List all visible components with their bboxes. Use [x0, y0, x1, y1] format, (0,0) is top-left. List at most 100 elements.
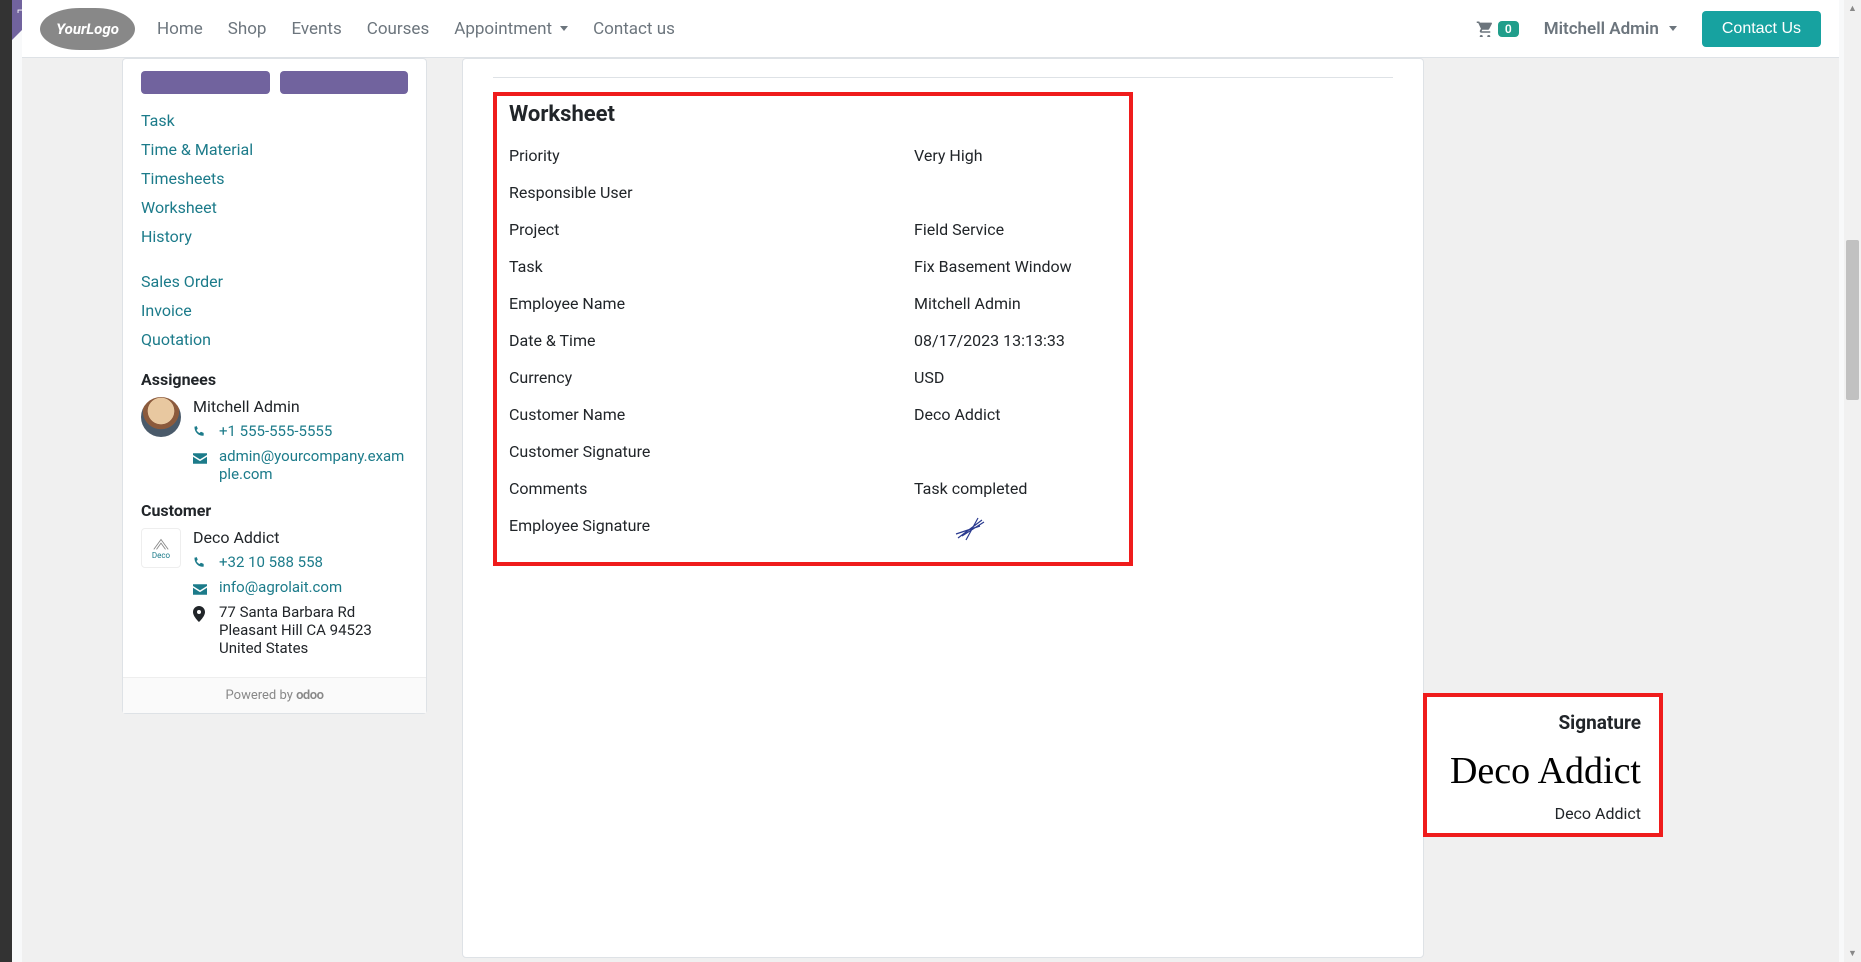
field-value: Fix Basement Window — [914, 257, 1117, 276]
sidebar-link-history[interactable]: History — [141, 222, 408, 251]
nav-appointment[interactable]: Appointment — [454, 19, 568, 39]
user-menu[interactable]: Mitchell Admin — [1544, 19, 1677, 39]
powered-by: Powered by odoo — [123, 677, 426, 713]
sidebar-link-worksheet[interactable]: Worksheet — [141, 193, 408, 222]
logo-text: YourLogo — [56, 20, 119, 38]
phone-icon — [193, 425, 209, 443]
scroll-up-icon[interactable]: ▲ — [1844, 0, 1861, 17]
task-card: Worksheet Priority Very High Responsible… — [462, 58, 1424, 958]
worksheet-box: Worksheet Priority Very High Responsible… — [493, 92, 1133, 566]
sidebar: Task Time & Material Timesheets Workshee… — [122, 58, 427, 714]
assignee-email[interactable]: admin@yourcompany.example.com — [193, 445, 408, 485]
logo[interactable]: YourLogo — [40, 8, 135, 50]
field-label: Date & Time — [509, 331, 914, 350]
field-label: Responsible User — [509, 183, 914, 202]
field-project: Project Field Service — [509, 211, 1117, 248]
field-label: Project — [509, 220, 914, 239]
signature-box: Signature Deco Addict Deco Addict — [1423, 693, 1663, 837]
field-value: USD — [914, 368, 1117, 387]
page-body: Task Time & Material Timesheets Workshee… — [22, 58, 1839, 962]
left-stripe — [0, 0, 12, 962]
assignee-email-text: admin@yourcompany.example.com — [219, 447, 408, 483]
field-customer-name: Customer Name Deco Addict — [509, 396, 1117, 433]
customer-avatar-text: Deco — [152, 551, 170, 560]
field-value: 08/17/2023 13:13:33 — [914, 331, 1117, 350]
sidebar-link-time-material[interactable]: Time & Material — [141, 135, 408, 164]
sidebar-link-timesheets[interactable]: Timesheets — [141, 164, 408, 193]
signature-script: Deco Addict — [1437, 752, 1641, 790]
sidebar-link-invoice[interactable]: Invoice — [141, 296, 408, 325]
customer-email-text: info@agrolait.com — [219, 578, 342, 596]
field-value — [914, 516, 1117, 548]
signature-scribble-icon — [954, 516, 994, 546]
scroll-down-icon[interactable]: ▼ — [1844, 945, 1861, 962]
powered-brand[interactable]: odoo — [296, 688, 323, 703]
customer-row: Deco Deco Addict +32 10 588 558 — [141, 528, 408, 659]
field-customer-signature: Customer Signature — [509, 433, 1117, 470]
field-value: Very High — [914, 146, 1117, 165]
assignee-avatar — [141, 397, 181, 437]
field-value — [914, 442, 1117, 461]
field-employee-signature: Employee Signature — [509, 507, 1117, 552]
field-comments: Comments Task completed — [509, 470, 1117, 507]
field-label: Comments — [509, 479, 914, 498]
main-content: Worksheet Priority Very High Responsible… — [427, 58, 1839, 962]
customer-avatar: Deco — [141, 528, 181, 568]
field-label: Employee Name — [509, 294, 914, 313]
nav-events[interactable]: Events — [291, 19, 341, 39]
page-outer: YourLogo Home Shop Events Courses Appoin… — [22, 0, 1839, 962]
field-value: Deco Addict — [914, 405, 1117, 424]
field-label: Currency — [509, 368, 914, 387]
nav-contact-us[interactable]: Contact us — [593, 19, 675, 39]
nav-home[interactable]: Home — [157, 19, 203, 39]
assignees-heading: Assignees — [141, 370, 408, 389]
sidebar-link-quotation[interactable]: Quotation — [141, 325, 408, 354]
nav-courses[interactable]: Courses — [367, 19, 429, 39]
sidebar-action-2[interactable] — [280, 71, 409, 94]
cart-icon — [1476, 21, 1494, 37]
sidebar-wrap: Task Time & Material Timesheets Workshee… — [122, 58, 427, 962]
customer-phone[interactable]: +32 10 588 558 — [193, 551, 408, 576]
customer-heading: Customer — [141, 501, 408, 520]
card-divider — [493, 77, 1393, 78]
field-value: Task completed — [914, 479, 1117, 498]
customer-address-line2: Pleasant Hill CA 94523 — [219, 621, 372, 639]
signature-heading: Signature — [1437, 711, 1641, 734]
powered-text: Powered by — [226, 688, 297, 703]
cart-badge: 0 — [1498, 21, 1519, 37]
customer-address: 77 Santa Barbara Rd Pleasant Hill CA 945… — [193, 601, 408, 659]
vertical-scrollbar[interactable]: ▲ ▼ — [1844, 0, 1861, 962]
worksheet-title: Worksheet — [509, 102, 1117, 127]
assignee-phone[interactable]: +1 555-555-5555 — [193, 420, 408, 445]
nav-items: Home Shop Events Courses Appointment Con… — [157, 19, 675, 39]
field-value: Mitchell Admin — [914, 294, 1117, 313]
field-currency: Currency USD — [509, 359, 1117, 396]
phone-icon — [193, 556, 209, 574]
customer-email[interactable]: info@agrolait.com — [193, 576, 408, 601]
field-responsible-user: Responsible User — [509, 174, 1117, 211]
contact-us-button[interactable]: Contact Us — [1702, 11, 1821, 47]
envelope-icon — [193, 450, 209, 468]
customer-address-line1: 77 Santa Barbara Rd — [219, 603, 355, 621]
field-label: Employee Signature — [509, 516, 914, 548]
sidebar-link-task[interactable]: Task — [141, 106, 408, 135]
field-label: Customer Name — [509, 405, 914, 424]
customer-phone-text: +32 10 588 558 — [219, 553, 323, 571]
sidebar-link-sales-order[interactable]: Sales Order — [141, 267, 408, 296]
navbar: YourLogo Home Shop Events Courses Appoin… — [22, 0, 1839, 58]
signature-name: Deco Addict — [1437, 804, 1641, 823]
customer-name: Deco Addict — [193, 528, 408, 547]
field-label: Priority — [509, 146, 914, 165]
field-label: Customer Signature — [509, 442, 914, 461]
sidebar-action-1[interactable] — [141, 71, 270, 94]
assignee-name: Mitchell Admin — [193, 397, 408, 416]
field-value: Field Service — [914, 220, 1117, 239]
field-value — [914, 183, 1117, 202]
cart[interactable]: 0 — [1476, 21, 1519, 37]
nav-shop[interactable]: Shop — [228, 19, 267, 39]
field-label: Task — [509, 257, 914, 276]
scrollbar-thumb[interactable] — [1846, 240, 1859, 400]
field-priority: Priority Very High — [509, 137, 1117, 174]
assignee-phone-text: +1 555-555-5555 — [219, 422, 332, 440]
field-employee-name: Employee Name Mitchell Admin — [509, 285, 1117, 322]
